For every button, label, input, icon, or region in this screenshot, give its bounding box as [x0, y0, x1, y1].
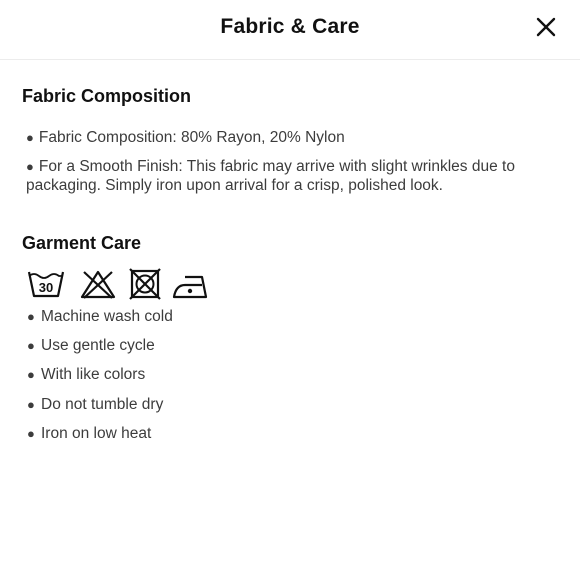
composition-item: ● For a Smooth Finish: This fabric may ar… [26, 158, 515, 194]
svg-text:30: 30 [39, 280, 53, 295]
close-icon [536, 17, 556, 37]
bullet-icon: ● [27, 309, 35, 324]
list-item: ● Iron on low heat [27, 423, 173, 452]
do-not-bleach-icon [80, 270, 116, 299]
list-item: ● With like colors [27, 364, 173, 393]
do-not-tumble-dry-icon [129, 268, 161, 300]
bullet-icon: ● [27, 338, 35, 354]
list-item: ● Do not tumble dry [27, 394, 173, 423]
composition-item: ● Fabric Composition: 80% Rayon, 20% Nylo… [26, 129, 345, 146]
bullet-icon: ● [26, 130, 34, 145]
modal-header: Fabric & Care [0, 0, 580, 60]
list-item: ● Use gentle cycle [27, 335, 173, 364]
garment-care-heading: Garment Care [22, 233, 142, 253]
list-item: ● Machine wash cold [27, 306, 173, 335]
wash-30-icon: 30 [27, 271, 65, 298]
bullet-icon: ● [26, 159, 34, 174]
iron-low-heat-icon [172, 275, 208, 299]
bullet-icon: ● [27, 425, 35, 441]
fabric-composition-heading: Fabric Composition [22, 86, 192, 106]
close-button[interactable] [533, 14, 559, 40]
bullet-icon: ● [27, 396, 35, 412]
bullet-icon: ● [27, 367, 35, 383]
modal-title: Fabric & Care [220, 15, 360, 38]
care-instructions-list: ● Machine wash cold ● Use gentle cycle ● Wi… [27, 306, 173, 452]
